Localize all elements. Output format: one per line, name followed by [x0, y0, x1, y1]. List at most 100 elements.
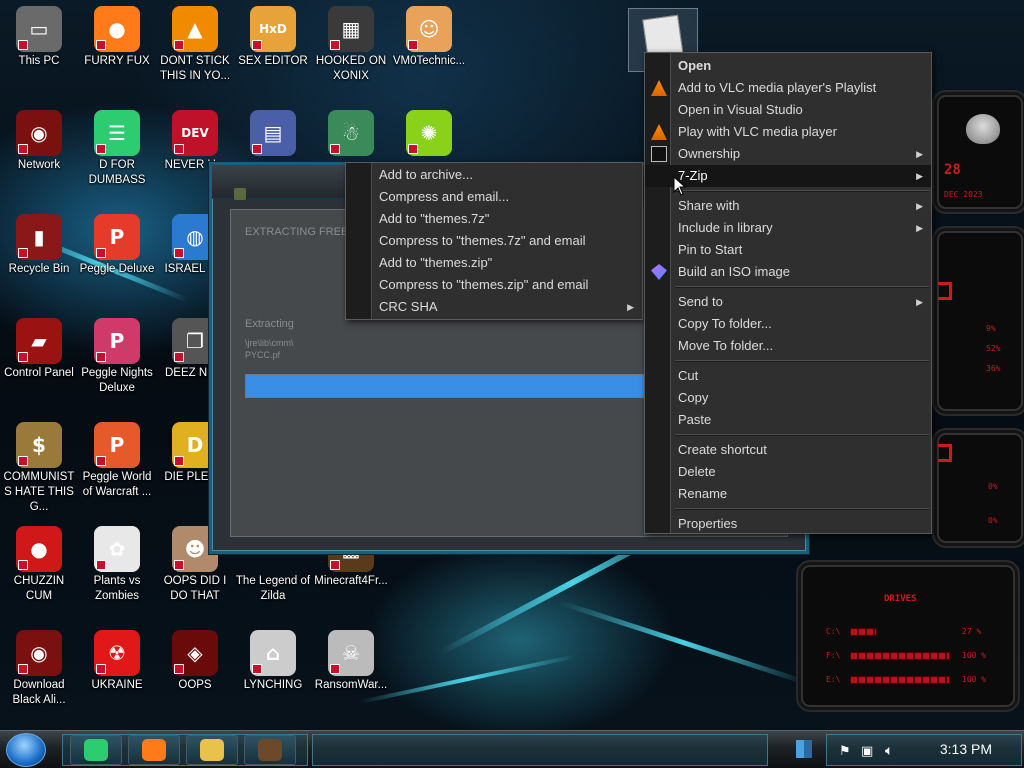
desktop-icon[interactable]: ☠ RansomWar...: [312, 624, 390, 728]
desktop-icon[interactable]: $ COMMUNISTS HATE THIS G...: [0, 416, 78, 520]
console-icon: [651, 146, 667, 162]
menu-item-send-to[interactable]: Send to ▶: [645, 291, 931, 313]
show-desktop-icon[interactable]: [796, 740, 812, 758]
clock-digits: 28: [944, 162, 961, 178]
menu-item-copy-to-folder[interactable]: Copy To folder...: [645, 313, 931, 335]
menu-item-paste[interactable]: Paste: [645, 409, 931, 431]
zip-submenu: Add to archive... Compress and email... Ad…: [345, 162, 643, 320]
menu-item-compress-to-themes-zip-and-email[interactable]: Compress to "themes.zip" and email: [346, 274, 642, 296]
desktop-icon[interactable]: P Peggle World of Warcraft ...: [78, 416, 156, 520]
menu-item-add-to-vlc-media-player-s-playlist[interactable]: Add to VLC media player's Playlist: [645, 77, 931, 99]
desktop-icon[interactable]: P Peggle Deluxe: [78, 208, 156, 312]
menu-item-7-zip[interactable]: 7-Zip ▶: [645, 165, 931, 187]
menu-item-add-to-themes-zip[interactable]: Add to "themes.zip": [346, 252, 642, 274]
date-text: DEC 2023: [944, 190, 983, 199]
desktop-icon[interactable]: ▦ HOOKED ON XONIX: [312, 0, 390, 104]
menu-separator: [675, 360, 929, 362]
alien-network-icon: ◉: [16, 630, 62, 676]
doctor-avatar-icon: ☺: [406, 6, 452, 52]
menu-item-pin-to-start[interactable]: Pin to Start: [645, 239, 931, 261]
menu-item-delete[interactable]: Delete: [645, 461, 931, 483]
desktop-icon[interactable]: ▮ Recycle Bin: [0, 208, 78, 312]
shortcut-arrow-icon: [174, 664, 184, 674]
peggle-icon: P: [94, 214, 140, 260]
menu-item-label: Compress to "themes.7z" and email: [379, 233, 586, 248]
desktop-icon-label: SEX EDITOR: [238, 55, 308, 67]
menu-item-open[interactable]: Open: [645, 55, 931, 77]
menu-item-create-shortcut[interactable]: Create shortcut: [645, 439, 931, 461]
shortcut-arrow-icon: [330, 40, 340, 50]
desktop-icon[interactable]: ☺ VM0Technic...: [390, 0, 468, 104]
menu-item-label: Add to archive...: [379, 167, 473, 182]
menu-item-add-to-archive[interactable]: Add to archive...: [346, 164, 642, 186]
shortcut-arrow-icon: [96, 664, 106, 674]
drives-title: DRIVES: [884, 594, 917, 604]
menu-item-play-with-vlc-media-player[interactable]: Play with VLC media player: [645, 121, 931, 143]
desktop-icon[interactable]: ◉ Download Black Ali...: [0, 624, 78, 728]
menu-item-build-an-iso-image[interactable]: Build an ISO image: [645, 261, 931, 283]
menu-item-rename[interactable]: Rename: [645, 483, 931, 505]
menu-item-cut[interactable]: Cut: [645, 365, 931, 387]
desktop-icon[interactable]: ☰ D FOR DUMBASS: [78, 104, 156, 208]
network-icon[interactable]: ▣: [861, 743, 873, 759]
firefox-icon: ●: [94, 6, 140, 52]
desktop-icon[interactable]: ✿ Plants vs Zombies: [78, 520, 156, 624]
system-tray: ⚑ ▣ 🔈︎: [826, 734, 1022, 766]
menu-item-properties[interactable]: Properties: [645, 513, 931, 535]
desktop-icon[interactable]: ▰ Control Panel: [0, 312, 78, 416]
desktop-icon[interactable]: HxD SEX EDITOR: [234, 0, 312, 104]
chat-bubble-icon: [84, 739, 108, 761]
shortcut-arrow-icon: [174, 248, 184, 258]
desktop-icon[interactable]: ● CHUZZIN CUM: [0, 520, 78, 624]
extracting-status: EXTRACTING FREE: [245, 226, 349, 238]
menu-item-label: CRC SHA: [379, 299, 438, 314]
desktop-icon-label: This PC: [18, 55, 60, 67]
menu-item-label: Paste: [678, 412, 712, 427]
file-context-menu: Open Add to VLC media player's Playlist Op…: [644, 52, 932, 534]
menu-item-open-in-visual-studio[interactable]: Open in Visual Studio: [645, 99, 931, 121]
desktop-icon-label: VM0Technic...: [392, 55, 466, 67]
taskbar-pin-grass-block-icon[interactable]: [244, 735, 296, 765]
shortcut-arrow-icon: [174, 352, 184, 362]
desktop-icon[interactable]: ⌂ LYNCHING: [234, 624, 312, 728]
menu-item-label: Rename: [678, 486, 728, 501]
shortcut-arrow-icon: [330, 664, 340, 674]
menu-item-include-in-library[interactable]: Include in library ▶: [645, 217, 931, 239]
desktop-icon[interactable]: P Peggle Nights Deluxe: [78, 312, 156, 416]
taskbar-pin-firefox-icon[interactable]: [128, 735, 180, 765]
desktop-icon[interactable]: ☢ UKRAINE: [78, 624, 156, 728]
menu-item-copy[interactable]: Copy: [645, 387, 931, 409]
folder-icon: [200, 739, 224, 761]
flag-icon[interactable]: ⚑: [839, 743, 851, 759]
start-button[interactable]: [6, 733, 46, 767]
desktop-icon-label: Peggle Deluxe: [79, 263, 155, 275]
desktop-icon-label: DONT STICK THIS IN YO...: [159, 55, 231, 82]
desktop-icon[interactable]: ▭ This PC: [0, 0, 78, 104]
taskbar-clock[interactable]: 3:13 PM: [940, 741, 992, 757]
shortcut-arrow-icon: [96, 248, 106, 258]
app-icon: [234, 188, 246, 200]
taskbar-pin-chat-bubble-icon[interactable]: [70, 735, 122, 765]
menu-separator: [675, 286, 929, 288]
menu-item-ownership[interactable]: Ownership ▶: [645, 143, 931, 165]
desktop-icon[interactable]: ◈ OOPS: [156, 624, 234, 728]
menu-item-crc-sha[interactable]: CRC SHA ▶: [346, 296, 642, 318]
chuzzle-icon: ●: [16, 526, 62, 572]
desktop-icon[interactable]: ▲ DONT STICK THIS IN YO...: [156, 0, 234, 104]
peggle-icon: P: [94, 422, 140, 468]
vlc-cone-icon: [651, 124, 667, 140]
cpu-value-1: 9%: [986, 324, 996, 333]
desktop-icon-label: The Legend of Zilda: [235, 575, 311, 602]
menu-item-share-with[interactable]: Share with ▶: [645, 195, 931, 217]
volume-icon[interactable]: 🔈︎: [885, 742, 893, 759]
menu-item-move-to-folder[interactable]: Move To folder...: [645, 335, 931, 357]
recycle-bin-icon: ▮: [16, 214, 62, 260]
desktop-icon[interactable]: ● FURRY FUX: [78, 0, 156, 104]
menu-item-compress-to-themes-7z-and-email[interactable]: Compress to "themes.7z" and email: [346, 230, 642, 252]
menu-item-label: Create shortcut: [678, 442, 767, 457]
menu-item-compress-and-email[interactable]: Compress and email...: [346, 186, 642, 208]
taskbar-pin-folder-icon[interactable]: [186, 735, 238, 765]
alien-red-glyph: [938, 282, 952, 300]
desktop-icon[interactable]: ◉ Network: [0, 104, 78, 208]
menu-item-add-to-themes-7z[interactable]: Add to "themes.7z": [346, 208, 642, 230]
